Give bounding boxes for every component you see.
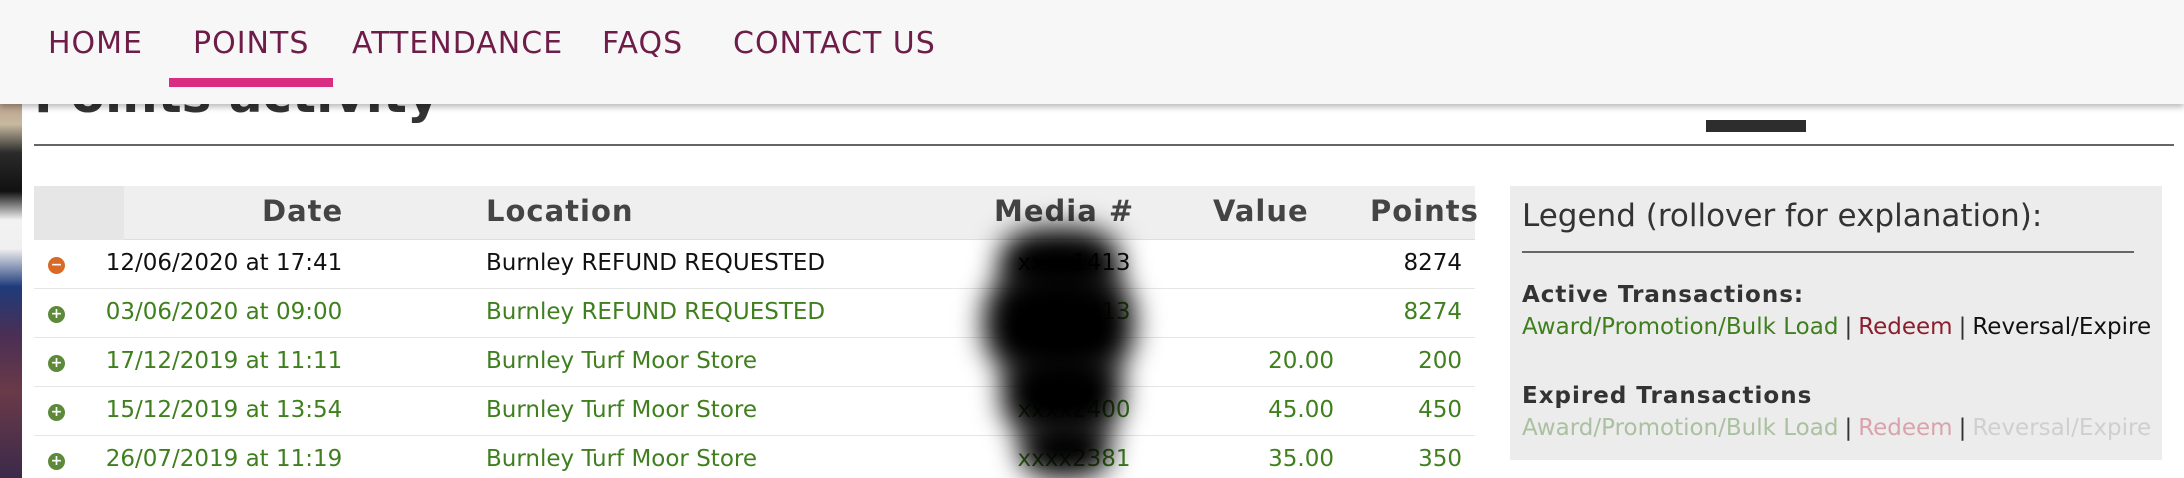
- nav-contact-us[interactable]: CONTACT US: [733, 26, 936, 61]
- row-points: 450: [1418, 397, 1462, 423]
- legend-divider: [1522, 251, 2134, 253]
- header-points[interactable]: Points: [1370, 194, 1479, 228]
- nav-attendance[interactable]: ATTENDANCE: [352, 26, 563, 61]
- legend-reversal-expired[interactable]: Reversal/Expire: [1972, 415, 2151, 441]
- points-activity-table: Date Location Media # Value Points − 12/…: [34, 186, 1478, 478]
- active-transactions-heading: Active Transactions:: [1522, 282, 1805, 308]
- header-value[interactable]: Value: [1213, 194, 1309, 228]
- nav-home[interactable]: HOME: [48, 26, 143, 61]
- active-legend-line: Award/Promotion/Bulk Load | Redeem | Reversa…: [1522, 314, 2152, 340]
- heading-divider: [34, 144, 2174, 146]
- row-location: Burnley REFUND REQUESTED: [486, 250, 826, 276]
- legend-reversal-active[interactable]: Reversal/Expire: [1972, 314, 2151, 340]
- row-points: 8274: [1403, 250, 1462, 276]
- row-points: 200: [1418, 348, 1462, 374]
- plus-circle-icon: +: [48, 355, 65, 372]
- redaction-blur: [984, 228, 1140, 478]
- table-row[interactable]: + 03/06/2020 at 09:00 Burnley REFUND REQ…: [34, 289, 1475, 338]
- legend-redeem-expired[interactable]: Redeem: [1858, 415, 1952, 441]
- nav-faqs[interactable]: FAQS: [602, 26, 683, 61]
- legend-award-active[interactable]: Award/Promotion/Bulk Load: [1522, 314, 1838, 340]
- table-header: Date Location Media # Value Points: [34, 186, 1478, 240]
- table-row[interactable]: + 17/12/2019 at 11:11 Burnley Turf Moor …: [34, 338, 1475, 387]
- row-date: 15/12/2019 at 13:54: [105, 397, 343, 423]
- row-location: Burnley Turf Moor Store: [486, 446, 757, 472]
- row-location: Burnley Turf Moor Store: [486, 397, 757, 423]
- row-points: 350: [1418, 446, 1462, 472]
- legend-panel: Legend (rollover for explanation): Activ…: [1510, 186, 2162, 460]
- row-date: 17/12/2019 at 11:11: [105, 348, 343, 374]
- tab-indicator[interactable]: [1706, 120, 1806, 132]
- nav-points[interactable]: POINTS: [168, 26, 334, 87]
- row-points: 8274: [1403, 299, 1462, 325]
- row-value: 20.00: [1268, 348, 1334, 374]
- row-value: 35.00: [1268, 446, 1334, 472]
- row-date: 12/06/2020 at 17:41: [105, 250, 343, 276]
- table-row[interactable]: − 12/06/2020 at 17:41 Burnley REFUND REQ…: [34, 240, 1475, 289]
- row-location: Burnley Turf Moor Store: [486, 348, 757, 374]
- row-location: Burnley REFUND REQUESTED: [486, 299, 826, 325]
- legend-award-expired[interactable]: Award/Promotion/Bulk Load: [1522, 415, 1838, 441]
- expired-legend-line: Award/Promotion/Bulk Load | Redeem | Reversa…: [1522, 415, 2152, 441]
- table-row[interactable]: + 26/07/2019 at 11:19 Burnley Turf Moor …: [34, 436, 1475, 478]
- row-value: 45.00: [1268, 397, 1334, 423]
- legend-title: Legend (rollover for explanation):: [1522, 198, 2043, 234]
- top-navigation: HOME POINTS ATTENDANCE FAQS CONTACT US: [0, 0, 2184, 104]
- status-column-header: [34, 186, 124, 240]
- header-media[interactable]: Media #: [994, 194, 1134, 228]
- table-row[interactable]: + 15/12/2019 at 13:54 Burnley Turf Moor …: [34, 387, 1475, 436]
- plus-circle-icon: +: [48, 404, 65, 421]
- minus-circle-icon: −: [48, 257, 65, 274]
- row-date: 03/06/2020 at 09:00: [105, 299, 343, 325]
- legend-redeem-active[interactable]: Redeem: [1858, 314, 1952, 340]
- row-date: 26/07/2019 at 11:19: [105, 446, 343, 472]
- plus-circle-icon: +: [48, 453, 65, 470]
- plus-circle-icon: +: [48, 306, 65, 323]
- expired-transactions-heading: Expired Transactions: [1522, 383, 1813, 409]
- header-date[interactable]: Date: [262, 194, 343, 228]
- header-location[interactable]: Location: [486, 194, 634, 228]
